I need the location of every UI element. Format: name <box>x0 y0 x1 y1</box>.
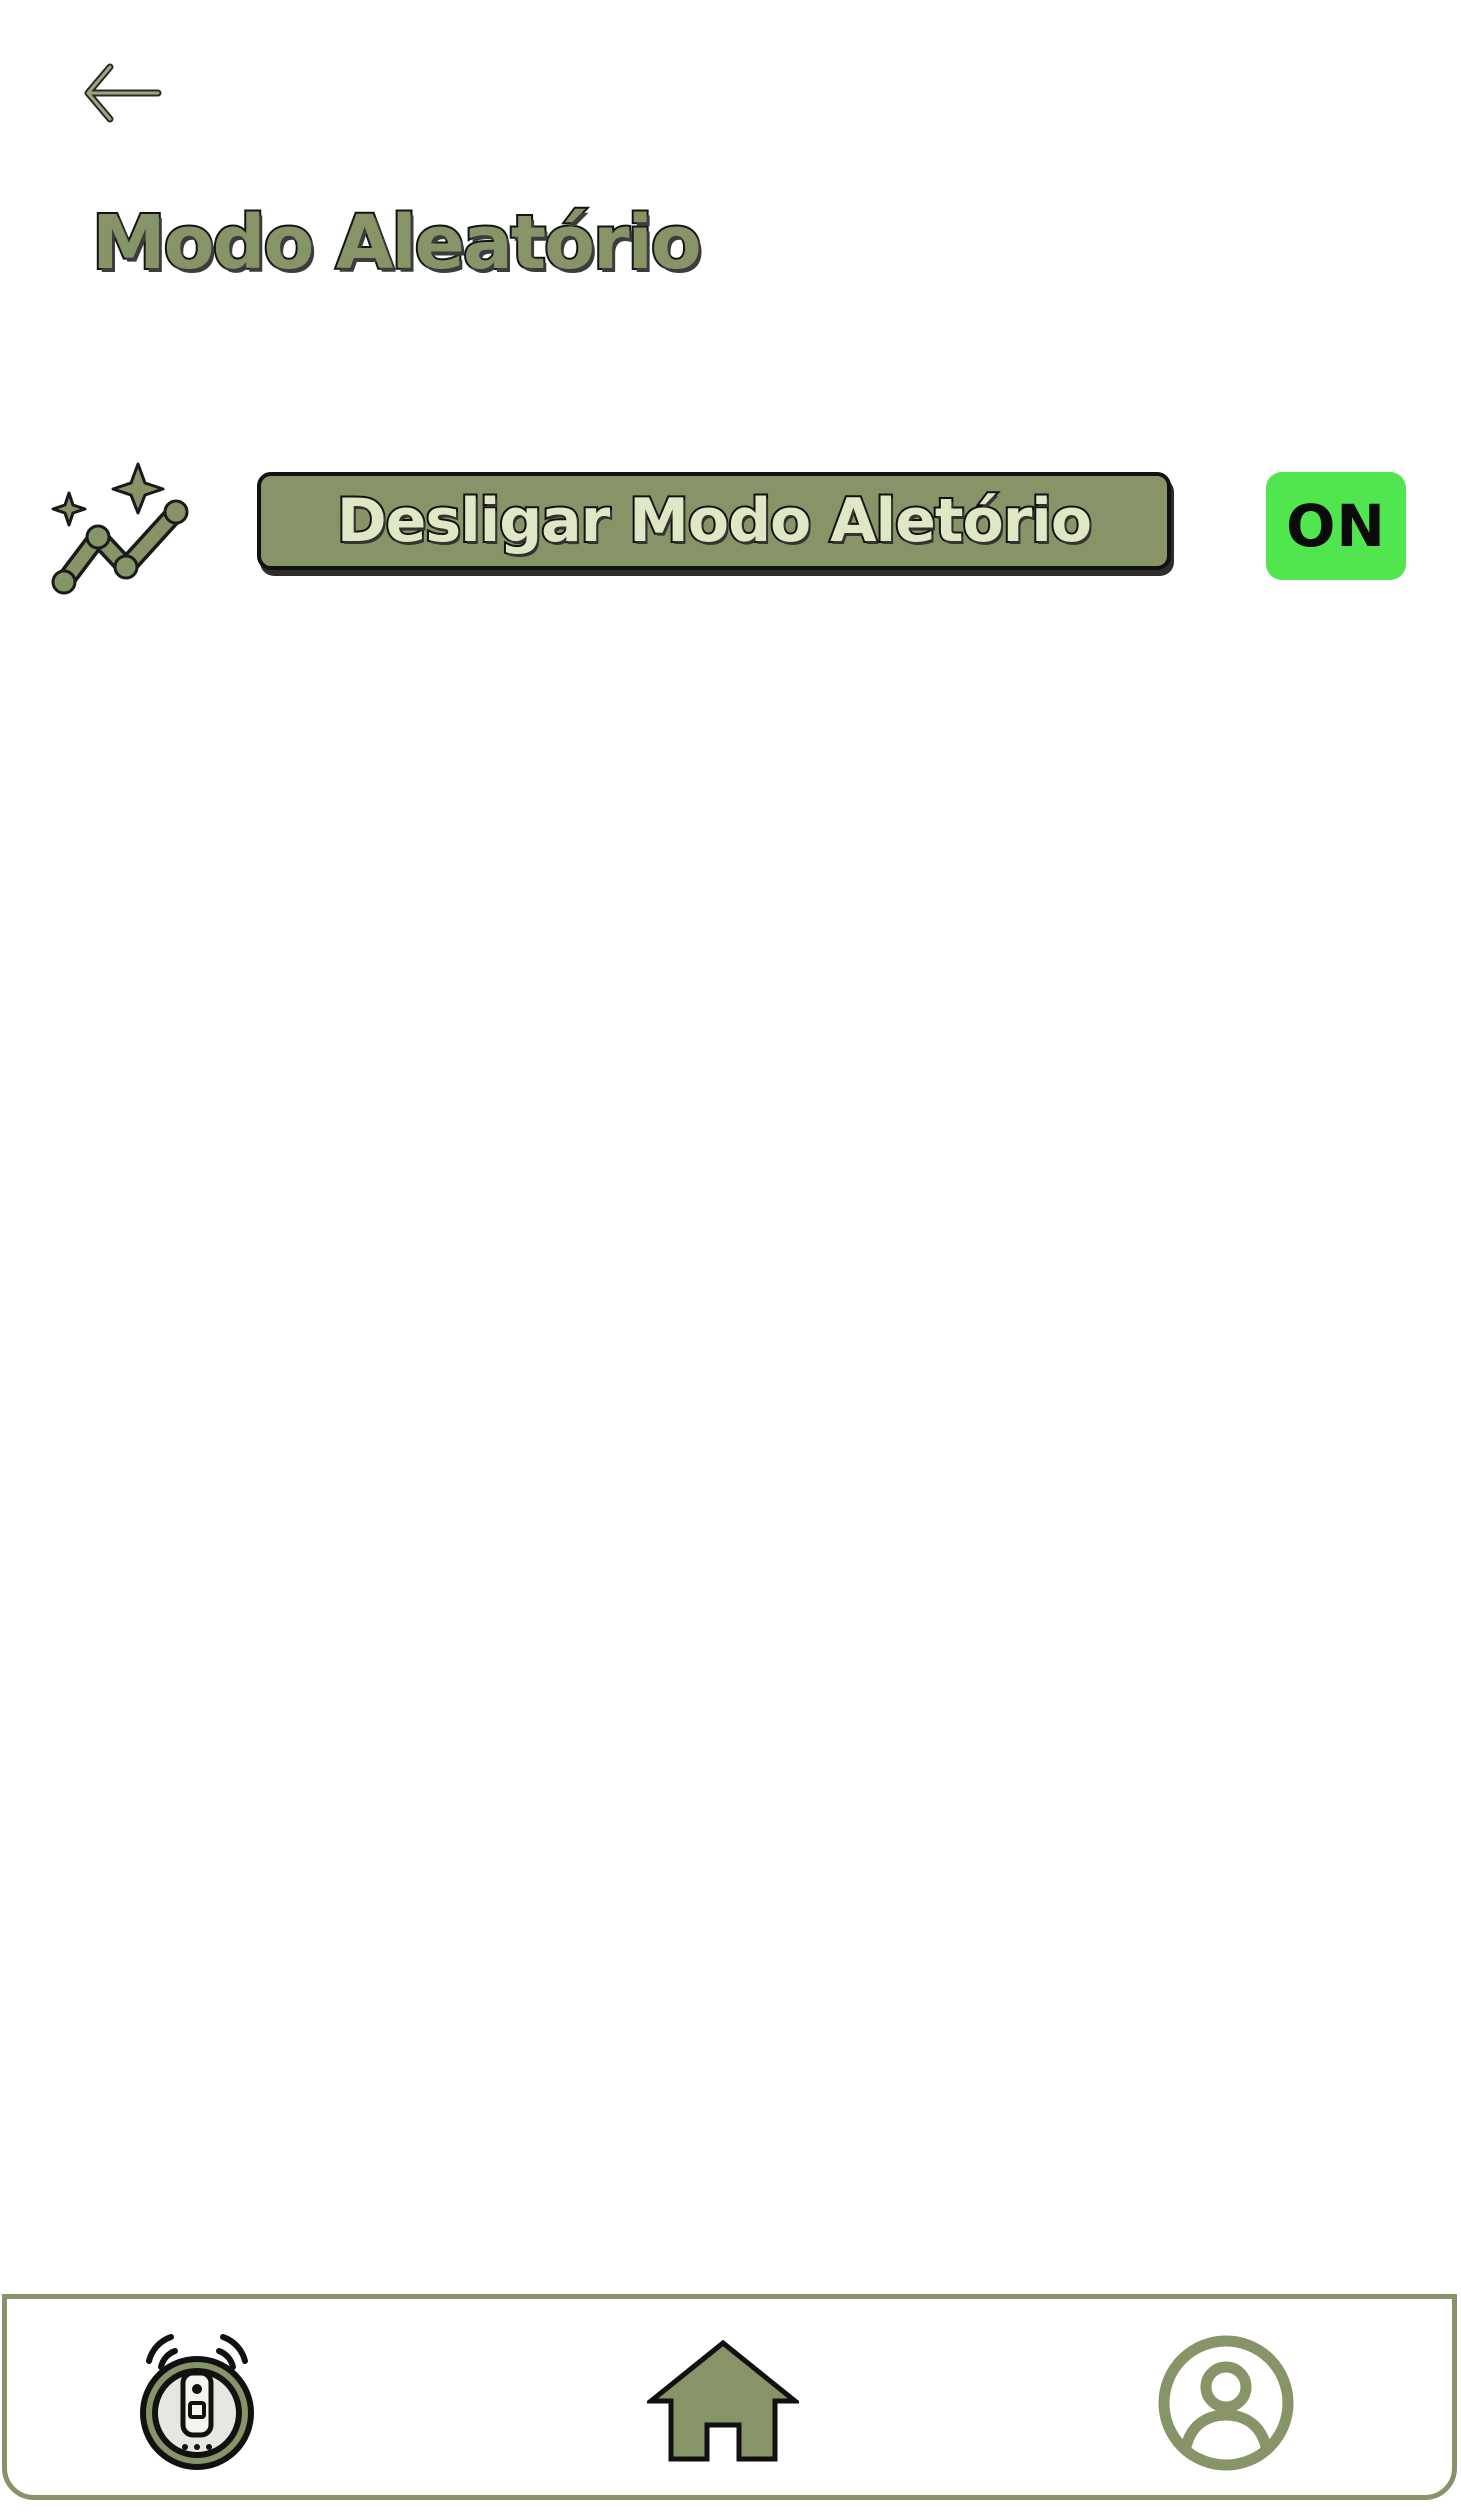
home-icon <box>647 2339 799 2462</box>
robot-vacuum-icon <box>140 2334 254 2470</box>
status-toggle-label: ON <box>1286 492 1386 560</box>
arrow-left-icon <box>84 63 162 123</box>
nav-robot-button[interactable] <box>119 2323 275 2473</box>
disable-random-mode-button[interactable]: Desligar Modo Aletório <box>257 472 1171 570</box>
profile-icon <box>1158 2335 1294 2471</box>
random-mode-row: Desligar Modo Aletório ON <box>0 450 1461 610</box>
page-title: Modo Aleatório <box>90 198 704 288</box>
back-button[interactable] <box>78 55 162 135</box>
random-mode-status-toggle[interactable]: ON <box>1266 472 1406 580</box>
nav-home-button[interactable] <box>647 2339 799 2463</box>
bottom-navigation-bar <box>2 2294 1457 2500</box>
nav-profile-button[interactable] <box>1154 2335 1298 2471</box>
random-path-sparkle-icon <box>50 456 196 602</box>
disable-random-mode-label: Desligar Modo Aletório <box>335 484 1094 558</box>
